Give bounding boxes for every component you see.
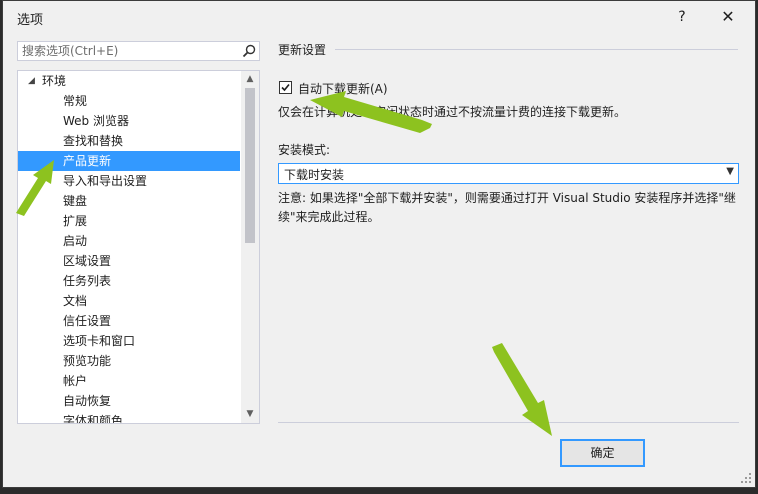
- tree-list: ◢ 环境 常规 Web 浏览器 查找和替换 产品更新 导入和导出设置 键盘 扩展 启动 区域设置…: [18, 71, 240, 423]
- install-mode-dropdown[interactable]: 下载时安装 ▼: [278, 163, 739, 184]
- ok-button[interactable]: 确定: [560, 439, 645, 467]
- close-button[interactable]: ✕: [717, 6, 739, 28]
- tree-item-environment[interactable]: ◢ 环境: [18, 71, 240, 91]
- group-title: 更新设置: [278, 41, 333, 58]
- options-dialog: 选项 ? ✕ ◢ 环境 常规Web 浏览器查找和替换产品更新导入和导出设置键盘扩…: [2, 0, 756, 488]
- install-mode-value: 下载时安装: [284, 168, 345, 182]
- update-settings-group: 更新设置: [278, 39, 738, 59]
- auto-download-label: 自动下载更新(A): [298, 82, 388, 96]
- auto-download-checkbox[interactable]: [279, 81, 292, 94]
- dialog-title: 选项: [17, 13, 44, 28]
- tree-item[interactable]: 查找和替换: [18, 131, 240, 151]
- tree-item[interactable]: 扩展: [18, 211, 240, 231]
- tree-item[interactable]: 区域设置: [18, 251, 240, 271]
- tree-item[interactable]: 文档: [18, 291, 240, 311]
- tree-item[interactable]: 预览功能: [18, 351, 240, 371]
- help-button[interactable]: ?: [671, 6, 693, 28]
- install-note: 注意: 如果选择"全部下载并安装"，则需要通过打开 Visual Studio …: [278, 191, 736, 224]
- tree-item[interactable]: 自动恢复: [18, 391, 240, 411]
- title-bar: 选项 ? ✕: [3, 1, 755, 33]
- install-mode-label: 安装模式:: [278, 143, 331, 157]
- search-icon[interactable]: [242, 44, 256, 58]
- tree-item[interactable]: 信任设置: [18, 311, 240, 331]
- tree-item[interactable]: 字体和颜色: [18, 411, 240, 423]
- search-input[interactable]: [22, 43, 232, 59]
- tree-scrollbar[interactable]: ▲ ▼: [241, 71, 259, 423]
- tree-item[interactable]: 任务列表: [18, 271, 240, 291]
- scroll-up-arrow-icon[interactable]: ▲: [241, 71, 259, 88]
- tree-item[interactable]: 选项卡和窗口: [18, 331, 240, 351]
- update-description: 仅会在计算机处于空闲状态时通过不按流量计费的连接下载更新。: [278, 105, 627, 119]
- tree-item[interactable]: 帐户: [18, 371, 240, 391]
- tree-item-label: 环境: [42, 74, 67, 88]
- tree-item[interactable]: 键盘: [18, 191, 240, 211]
- collapse-triangle-icon[interactable]: ◢: [28, 71, 35, 91]
- chevron-down-icon[interactable]: ▼: [726, 166, 734, 177]
- scroll-thumb[interactable]: [245, 88, 255, 243]
- resize-grip-icon[interactable]: [741, 473, 751, 483]
- tree-item[interactable]: Web 浏览器: [18, 111, 240, 131]
- group-divider: [335, 49, 738, 50]
- tree-item[interactable]: 启动: [18, 231, 240, 251]
- scroll-down-arrow-icon[interactable]: ▼: [241, 406, 259, 423]
- tree-item-selected[interactable]: 产品更新: [18, 151, 240, 171]
- options-tree: ◢ 环境 常规 Web 浏览器 查找和替换 产品更新 导入和导出设置 键盘 扩展 启动 区域设置…: [17, 70, 260, 424]
- tree-item[interactable]: 常规: [18, 91, 240, 111]
- tree-item[interactable]: 导入和导出设置: [18, 171, 240, 191]
- footer-divider: [278, 422, 739, 423]
- checkmark-icon: [281, 83, 290, 92]
- search-box: [17, 41, 260, 61]
